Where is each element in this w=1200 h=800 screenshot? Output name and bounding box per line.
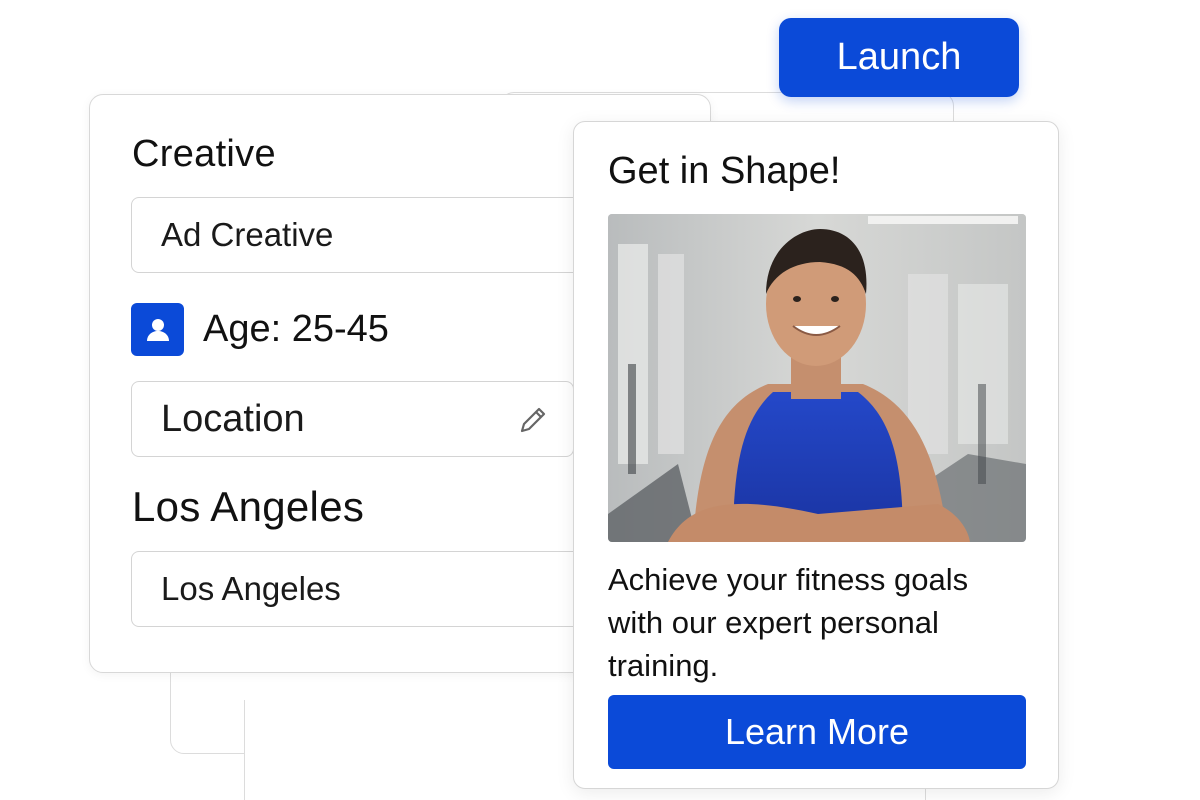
age-range-label: Age: 25-45: [203, 308, 389, 350]
ad-preview-card: Get in Shape! Achieve your fitness goals…: [573, 121, 1059, 789]
city-section-title: Los Angeles: [132, 483, 365, 530]
app-canvas: Creative Ad Creative Age: 25-45 Location…: [0, 0, 1200, 800]
pencil-icon[interactable]: [515, 402, 551, 438]
location-field-label: Location: [161, 397, 305, 440]
ad-headline: Get in Shape!: [608, 150, 841, 192]
age-targeting-row: Age: 25-45: [131, 303, 389, 356]
launch-button[interactable]: Launch: [779, 18, 1019, 97]
fitness-trainer-photo: [608, 214, 1026, 542]
location-field[interactable]: Location: [131, 381, 574, 457]
user-icon: [131, 303, 184, 356]
ad-body-text: Achieve your fitness goals with our expe…: [608, 562, 969, 683]
learn-more-button[interactable]: Learn More: [608, 695, 1026, 769]
creative-section-title: Creative: [132, 133, 276, 175]
